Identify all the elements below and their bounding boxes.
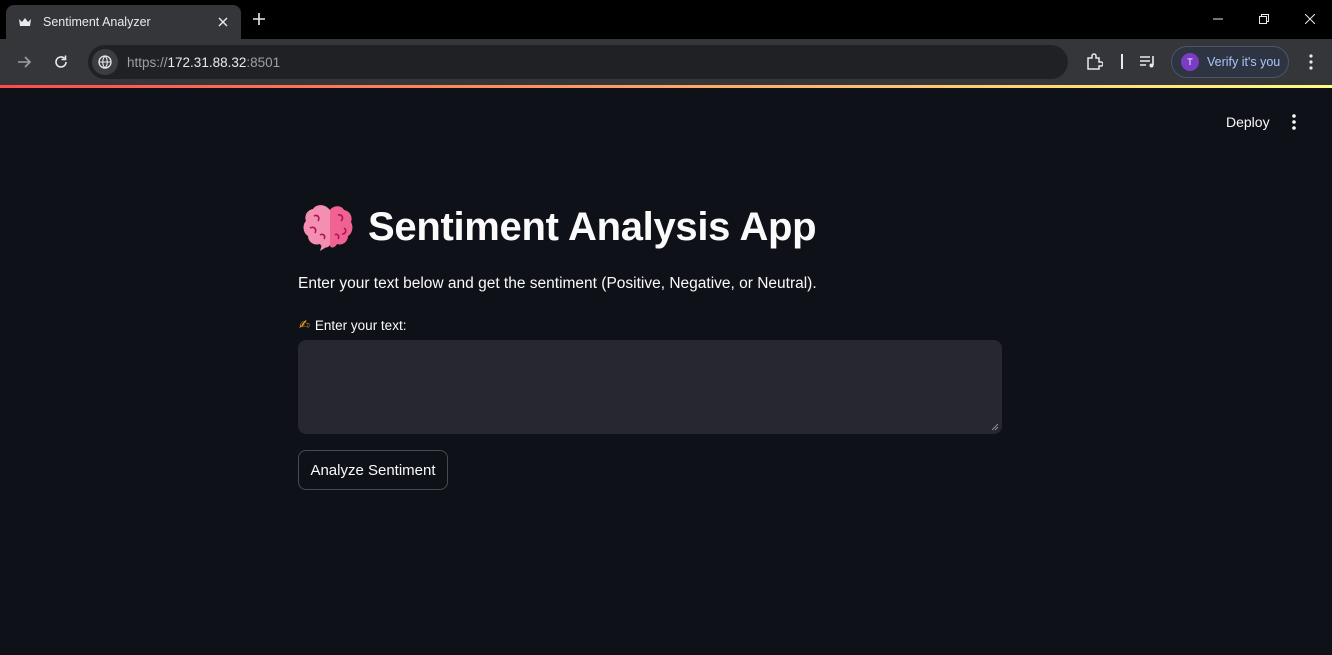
browser-tabstrip: Sentiment Analyzer	[0, 0, 1332, 39]
extensions-icon[interactable]	[1084, 52, 1104, 72]
site-info-icon[interactable]	[92, 49, 118, 75]
profile-button[interactable]: T Verify it's you	[1171, 46, 1289, 78]
app-header: Deploy	[0, 88, 1332, 148]
page-description: Enter your text below and get the sentim…	[298, 275, 817, 292]
text-input-container	[298, 340, 1002, 434]
writing-hand-icon: ✍	[299, 317, 310, 332]
close-tab-icon[interactable]	[213, 12, 233, 32]
streamlit-crown-icon	[17, 14, 33, 30]
address-bar[interactable]: https://172.31.88.32:8501	[88, 45, 1068, 79]
avatar: T	[1181, 53, 1199, 71]
profile-label: Verify it's you	[1207, 55, 1281, 69]
browser-toolbar: https://172.31.88.32:8501 T Verify it's …	[0, 39, 1332, 85]
url-host: 172.31.88.32	[167, 54, 247, 70]
text-input-label-text: Enter your text:	[314, 317, 407, 333]
resize-handle-icon[interactable]	[991, 423, 999, 431]
url-port: :8501	[246, 54, 281, 70]
browser-tab[interactable]: Sentiment Analyzer	[6, 5, 241, 39]
brain-icon	[303, 205, 353, 251]
minimize-icon[interactable]	[1208, 9, 1228, 29]
deploy-button[interactable]: Deploy	[1217, 110, 1279, 134]
toolbar-divider	[1121, 54, 1123, 69]
forward-icon[interactable]	[15, 52, 35, 72]
text-input-label: ✍ Enter your text:	[299, 317, 406, 333]
text-input-area[interactable]	[299, 341, 1001, 433]
page-title: Sentiment Analysis App	[302, 202, 817, 252]
url-text: https://172.31.88.32:8501	[127, 55, 280, 70]
reload-icon[interactable]	[51, 52, 71, 72]
tab-title: Sentiment Analyzer	[43, 15, 151, 29]
page-title-text: Sentiment Analysis App	[368, 204, 817, 249]
main-menu-icon[interactable]	[1284, 112, 1304, 132]
media-controls-icon[interactable]	[1138, 52, 1158, 72]
new-tab-icon[interactable]	[249, 9, 269, 29]
url-scheme: https://	[127, 54, 168, 70]
restore-icon[interactable]	[1254, 9, 1274, 29]
analyze-sentiment-button[interactable]: Analyze Sentiment	[298, 450, 448, 490]
browser-menu-icon[interactable]	[1301, 52, 1321, 72]
close-window-icon[interactable]	[1300, 9, 1320, 29]
